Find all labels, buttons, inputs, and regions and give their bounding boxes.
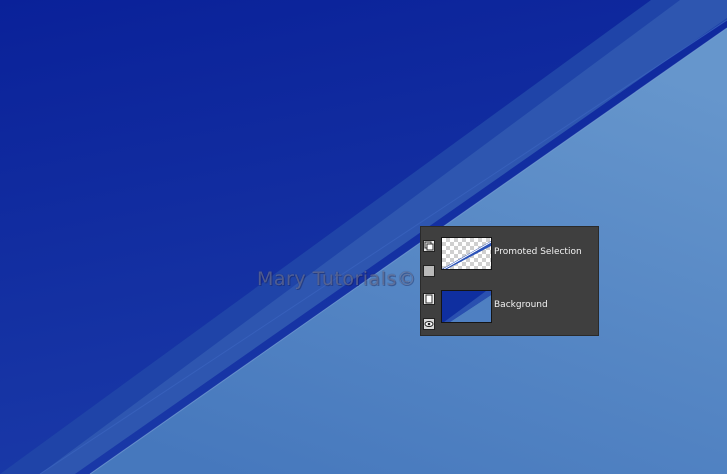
watermark-text: Mary Tutorials© [257, 268, 417, 290]
image-canvas [0, 0, 727, 474]
layer-controls [423, 235, 437, 281]
layer-controls [423, 288, 437, 334]
layer-page-icon[interactable] [423, 293, 435, 305]
gray-square-icon[interactable] [423, 265, 435, 277]
layer-group-icon[interactable] [423, 240, 435, 252]
layer-row-promoted-selection[interactable]: Promoted Selection [421, 231, 600, 283]
layers-panel: Promoted Selection Background [420, 226, 599, 336]
layer-thumbnail-promoted-selection [441, 237, 492, 270]
layer-name: Promoted Selection [494, 247, 582, 257]
eye-icon[interactable] [423, 318, 435, 330]
layer-thumbnail-background [441, 290, 492, 323]
layer-name: Background [494, 300, 548, 310]
layer-row-background[interactable]: Background [421, 284, 600, 336]
